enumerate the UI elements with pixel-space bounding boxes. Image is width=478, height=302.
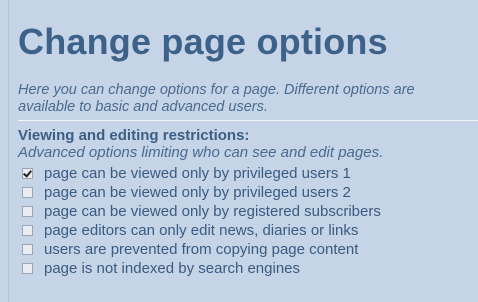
checkbox-privileged-users-1[interactable] — [22, 168, 33, 179]
section-divider — [18, 120, 478, 121]
intro-line-2: available to basic and advanced users. — [18, 99, 268, 115]
checkbox-not-indexed[interactable] — [22, 263, 33, 274]
option-label: page can be viewed only by registered su… — [44, 203, 381, 220]
option-registered-subscribers[interactable]: page can be viewed only by registered su… — [18, 202, 381, 221]
option-label: page editors can only edit news, diaries… — [44, 222, 359, 239]
restriction-options-list: page can be viewed only by privileged us… — [18, 164, 381, 278]
page-title: Change page options — [18, 21, 388, 62]
option-label: page can be viewed only by privileged us… — [44, 165, 351, 182]
option-label: users are prevented from copying page co… — [44, 241, 359, 258]
intro-text: Here you can change options for a page. … — [18, 82, 478, 116]
checkbox-registered-subscribers[interactable] — [22, 206, 33, 217]
option-prevent-copying[interactable]: users are prevented from copying page co… — [18, 240, 381, 259]
section-heading: Viewing and editing restrictions: — [18, 127, 250, 144]
checkbox-privileged-users-2[interactable] — [22, 187, 33, 198]
section-description: Advanced options limiting who can see an… — [18, 144, 384, 161]
checkbox-prevent-copying[interactable] — [22, 244, 33, 255]
option-editors-limited[interactable]: page editors can only edit news, diaries… — [18, 221, 381, 240]
option-privileged-users-2[interactable]: page can be viewed only by privileged us… — [18, 183, 381, 202]
option-privileged-users-1[interactable]: page can be viewed only by privileged us… — [18, 164, 381, 183]
option-label: page is not indexed by search engines — [44, 260, 301, 277]
intro-line-1: Here you can change options for a page. … — [18, 82, 415, 98]
option-label: page can be viewed only by privileged us… — [44, 184, 351, 201]
checkbox-editors-limited[interactable] — [22, 225, 33, 236]
option-not-indexed[interactable]: page is not indexed by search engines — [18, 259, 381, 278]
options-panel: Change page options Here you can change … — [8, 0, 478, 302]
